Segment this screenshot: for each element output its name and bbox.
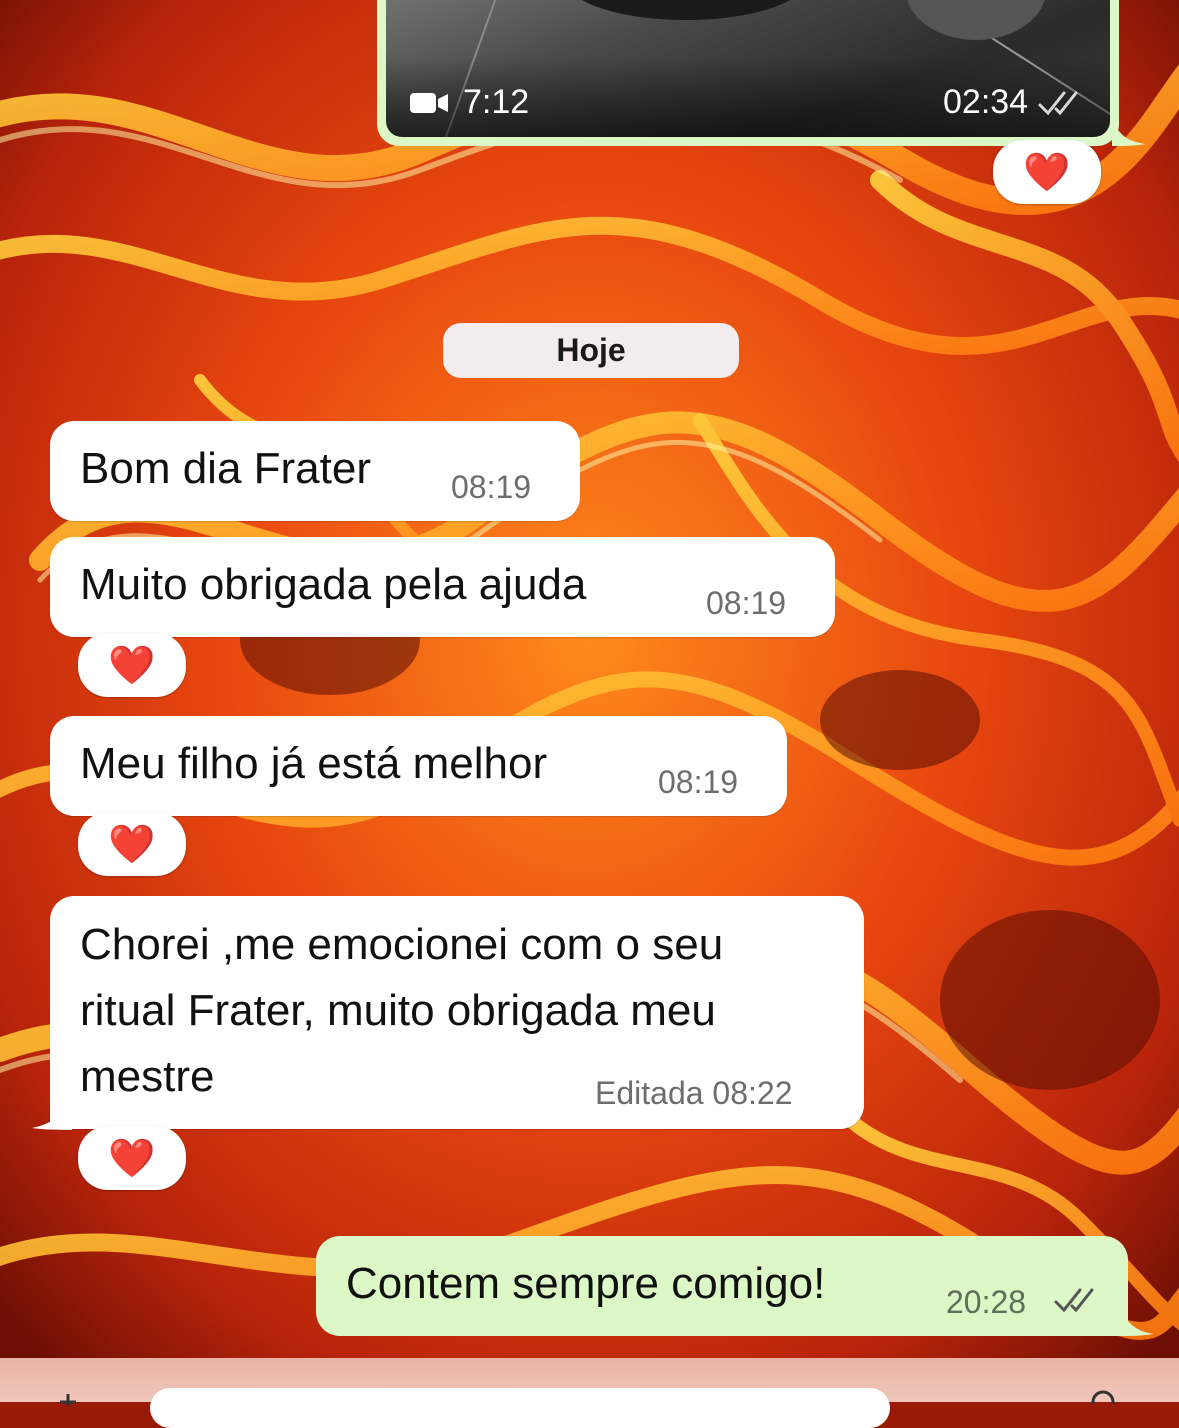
incoming-message-bubble[interactable]: Meu filho já está melhor 08:19 (50, 716, 787, 816)
reaction-badge[interactable]: ❤️ (993, 140, 1101, 204)
chat-wallpaper-flames (0, 0, 1179, 1402)
video-camera-icon (410, 92, 448, 113)
incoming-message-bubble[interactable]: Chorei ,me emocionei com o seu ritual Fr… (50, 896, 864, 1129)
incoming-message-bubble[interactable]: Bom dia Frater 08:19 (50, 421, 580, 521)
message-input[interactable] (150, 1388, 890, 1428)
message-text: Muito obrigada pela ajuda (80, 560, 587, 609)
video-duration: 7:12 (409, 83, 529, 122)
double-check-icon (1054, 1288, 1094, 1313)
reaction-badge[interactable]: ❤️ (78, 1126, 186, 1190)
video-timestamp: 02:34 (943, 83, 1084, 122)
message-text-line: ritual Frater, muito obrigada meu (80, 986, 716, 1035)
date-separator-label: Hoje (556, 332, 626, 368)
message-time: 08:19 (658, 764, 739, 800)
heart-reaction-icon: ❤️ (108, 1136, 156, 1180)
reaction-badge[interactable]: ❤️ (78, 633, 186, 697)
bubble-tail-out (1112, 118, 1146, 146)
date-separator: Hoje (443, 323, 739, 378)
video-message-bubble[interactable]: 7:12 02:34 (377, 0, 1119, 146)
double-check-icon (1038, 91, 1078, 115)
reaction-badge[interactable]: ❤️ (78, 812, 186, 876)
bubble-tail-out (1120, 1306, 1154, 1336)
message-time: 08:19 (451, 469, 532, 505)
incoming-message-bubble[interactable]: Muito obrigada pela ajuda 08:19 (50, 537, 835, 637)
message-time-edited: Editada 08:22 (595, 1075, 793, 1111)
add-attachment-icon[interactable] (56, 1392, 80, 1406)
video-duration-label: 7:12 (463, 83, 530, 121)
heart-reaction-icon: ❤️ (108, 822, 156, 866)
message-time: 08:19 (706, 585, 787, 621)
outgoing-message-bubble[interactable]: Contem sempre comigo! 20:28 (316, 1236, 1128, 1336)
message-time: 20:28 (946, 1284, 1027, 1320)
message-text: Bom dia Frater (80, 444, 371, 493)
message-text: Meu filho já está melhor (80, 739, 548, 788)
message-text-line: mestre (80, 1052, 215, 1101)
message-text-line: Chorei ,me emocionei com o seu (80, 920, 724, 969)
composer-bar (0, 1358, 1179, 1428)
video-time-label: 02:34 (943, 83, 1029, 121)
message-text: Contem sempre comigo! (346, 1259, 826, 1308)
heart-reaction-icon: ❤️ (108, 643, 156, 687)
heart-reaction-icon: ❤️ (1023, 150, 1071, 194)
